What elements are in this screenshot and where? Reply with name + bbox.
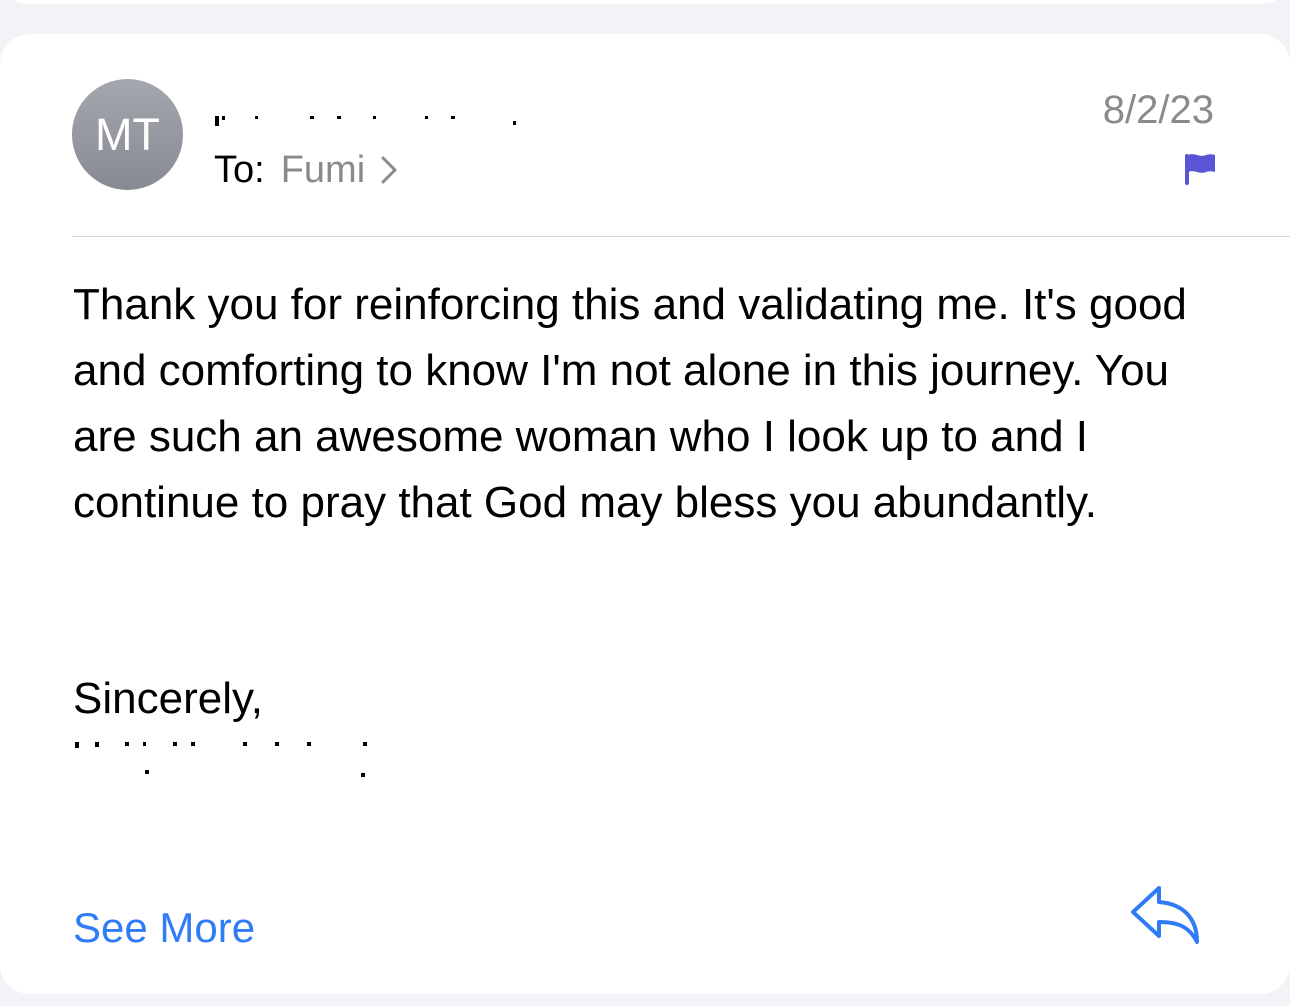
recipient-row[interactable]: To: Fumi — [214, 148, 397, 192]
to-label: To: — [214, 148, 265, 191]
signature-redacted — [73, 740, 373, 782]
message-body-text: Thank you for reinforcing this and valid… — [73, 280, 1187, 527]
recipient-name[interactable]: Fumi — [281, 149, 365, 192]
sender-initials: MT — [95, 108, 160, 160]
chevron-right-icon — [381, 156, 397, 184]
message-date: 8/2/23 — [1102, 88, 1214, 132]
flag-icon[interactable] — [1184, 152, 1216, 186]
sender-name-redacted[interactable] — [215, 92, 545, 128]
message-body: Thank you for reinforcing this and valid… — [73, 272, 1233, 536]
previous-message-card — [0, 0, 1290, 4]
reply-icon — [1129, 884, 1201, 951]
reply-button[interactable] — [1126, 882, 1204, 952]
header-divider — [72, 236, 1290, 237]
message-signoff: Sincerely, — [73, 674, 263, 723]
sender-avatar[interactable]: MT — [72, 79, 183, 190]
see-more-link[interactable]: See More — [73, 904, 255, 952]
